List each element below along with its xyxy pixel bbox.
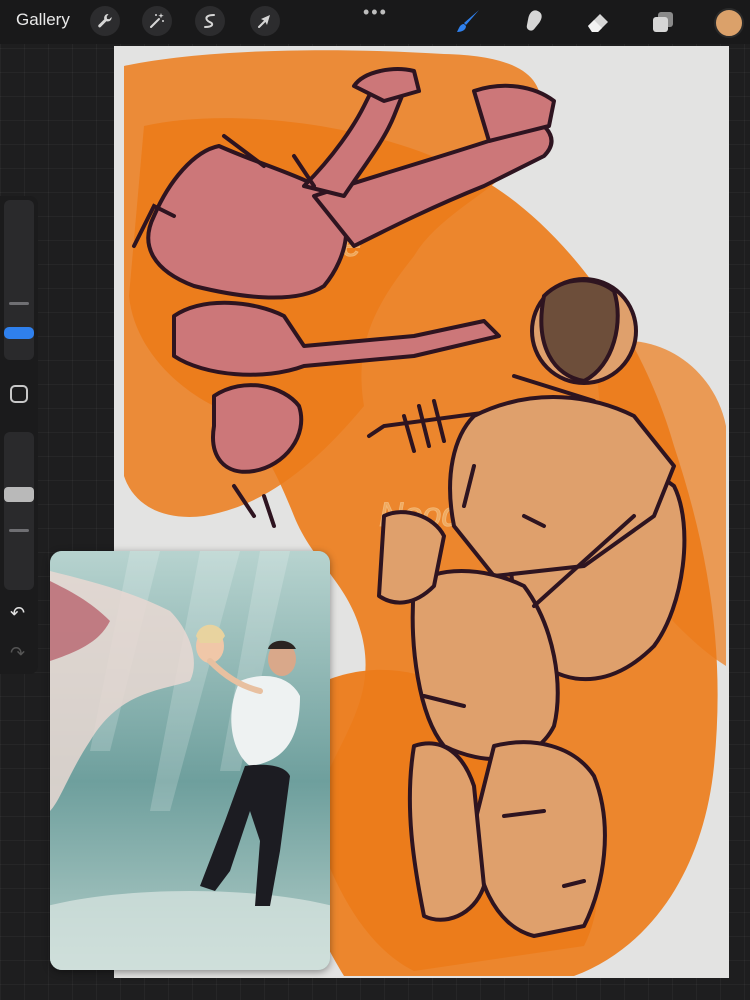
eraser-icon	[588, 14, 608, 32]
smudge-tool-button[interactable]	[517, 6, 549, 38]
reference-photo	[50, 551, 330, 970]
opacity-slider[interactable]	[4, 432, 34, 590]
slider-tick	[9, 529, 29, 532]
opacity-handle[interactable]	[4, 487, 34, 502]
brush-tool-button[interactable]	[452, 6, 484, 38]
more-options-button[interactable]: •••	[363, 2, 388, 23]
color-picker-button[interactable]	[714, 8, 744, 38]
brush-size-handle[interactable]	[4, 327, 34, 339]
brush-icon	[457, 10, 479, 32]
helmet	[530, 277, 638, 385]
undo-button[interactable]: ↶	[10, 603, 25, 624]
eraser-tool-button[interactable]	[582, 6, 614, 38]
wrench-icon	[98, 13, 112, 28]
layers-button[interactable]	[647, 6, 679, 38]
top-toolbar: Gallery •••	[0, 0, 750, 44]
adjustments-button[interactable]	[142, 6, 172, 36]
reference-image-window[interactable]	[50, 551, 330, 970]
selection-icon	[204, 14, 215, 28]
gallery-button[interactable]: Gallery	[16, 10, 70, 30]
sand-floor	[50, 891, 330, 970]
selection-button[interactable]	[195, 6, 225, 36]
layers-icon	[653, 12, 673, 32]
redo-button[interactable]: ↷	[10, 643, 25, 664]
transform-button[interactable]	[250, 6, 280, 36]
modify-button[interactable]	[10, 385, 28, 403]
transform-arrow-icon	[258, 15, 270, 28]
slider-tick	[9, 302, 29, 305]
magic-wand-icon	[150, 13, 164, 28]
actions-button[interactable]	[90, 6, 120, 36]
smudge-icon	[526, 10, 542, 31]
